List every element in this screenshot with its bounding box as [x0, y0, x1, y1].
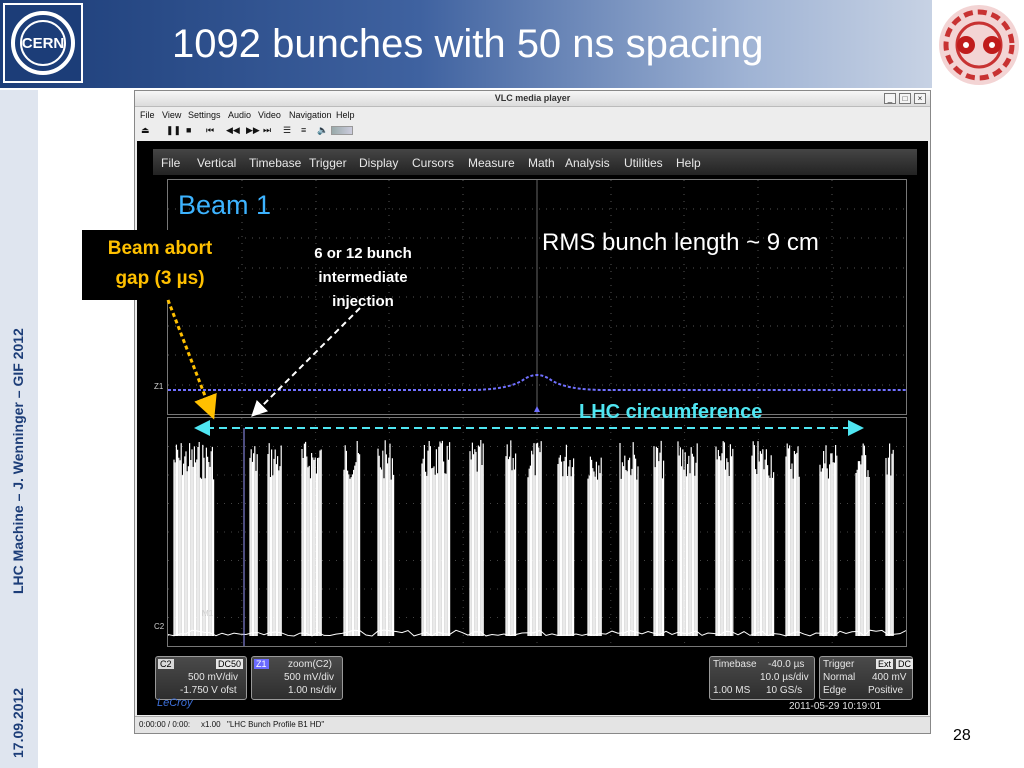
trigger-coupling: DC	[896, 659, 913, 669]
vlc-menu-file[interactable]: File	[140, 110, 155, 120]
status-time: 0:00:00 / 0:00:	[139, 720, 191, 729]
status-file: "LHC Bunch Profile B1 HD"	[227, 720, 325, 729]
z1-scale: 500 mV/div	[284, 672, 335, 683]
vlc-menu-video[interactable]: Video	[258, 110, 281, 120]
scope-menu-timebase[interactable]: Timebase	[249, 156, 301, 170]
c2-offset: -1.750 V ofst	[180, 685, 237, 696]
extended-settings-icon[interactable]: ≡	[301, 125, 306, 135]
status-speed[interactable]: x1.00	[201, 720, 221, 729]
scope-menu-cursors[interactable]: Cursors	[412, 156, 454, 170]
playlist-icon[interactable]: ☰	[283, 125, 291, 136]
scope-menu-file[interactable]: File	[161, 156, 180, 170]
c2-scale: 500 mV/div	[188, 672, 239, 683]
trigger-type: Edge	[823, 685, 847, 696]
c2-name: C2	[158, 659, 174, 669]
trigger-level: 400 mV	[872, 672, 907, 683]
footer-left: LHC Machine – J. Wenninger – GIF 2012	[10, 328, 26, 594]
injection-line3: injection	[332, 293, 394, 310]
trigger-source: Ext	[876, 659, 894, 669]
maximize-button[interactable]: □	[899, 93, 911, 104]
eject-icon[interactable]: ⏏	[141, 125, 150, 136]
trigger-slope: Positive	[868, 685, 904, 696]
timebase-value: -40.0 µs	[768, 659, 805, 670]
injection-line1: 6 or 12 bunch	[314, 245, 412, 262]
vlc-menu-settings[interactable]: Settings	[188, 110, 221, 120]
scope-menu-utilities[interactable]: Utilities	[624, 156, 663, 170]
z1-source: zoom(C2)	[288, 659, 332, 670]
rms-bunch-length-label: RMS bunch length ~ 9 cm	[542, 229, 819, 256]
vlc-menu-view[interactable]: View	[162, 110, 181, 120]
trigger-label: Trigger	[823, 659, 855, 670]
vlc-menu-audio[interactable]: Audio	[228, 110, 251, 120]
c2-trace-graph: C2 M1	[154, 417, 907, 647]
timebase-box[interactable]: Timebase -40.0 µs 10.0 µs/div 1.00 MS 10…	[709, 656, 815, 700]
video-area[interactable]: File Vertical Timebase Trigger Display C…	[137, 141, 928, 715]
z1-name: Z1	[254, 659, 269, 669]
scope-menu-math[interactable]: Math	[528, 156, 555, 170]
trigger-box[interactable]: Trigger Ext DC Normal 400 mV Edge Positi…	[819, 656, 913, 700]
trace-label-z1: Z1	[154, 382, 164, 391]
abort-gap-line1: Beam abort	[107, 238, 213, 259]
fast-forward-icon[interactable]: ▶▶	[246, 125, 260, 136]
slide-title: 1092 bunches with 50 ns spacing	[172, 22, 764, 66]
vlc-menubar: File View Settings Audio Video Navigatio…	[135, 107, 930, 123]
trace-label-c2: C2	[154, 622, 165, 631]
scope-menu-analysis[interactable]: Analysis	[565, 156, 610, 170]
scope-menu-display[interactable]: Display	[359, 156, 398, 170]
c2-coupling: DC50	[216, 659, 244, 669]
timebase-label: Timebase	[713, 659, 757, 670]
marker-label-m1: M1	[202, 609, 214, 618]
scope-menu-measure[interactable]: Measure	[468, 156, 515, 170]
scope-menu-vertical[interactable]: Vertical	[197, 156, 236, 170]
rewind-icon[interactable]: ◀◀	[226, 125, 240, 136]
volume-slider[interactable]	[331, 126, 353, 135]
vlc-controls: ⏏ ❚❚ ■ ⏮ ◀◀ ▶▶ ⏭ ☰ ≡ 🔈	[135, 123, 930, 140]
close-button[interactable]: ×	[914, 93, 926, 104]
scope-datetime: 2011-05-29 10:19:01	[789, 701, 882, 712]
stop-icon[interactable]: ■	[186, 125, 191, 135]
vlc-menu-navigation[interactable]: Navigation	[289, 110, 332, 120]
timebase-rate: 10 GS/s	[766, 685, 803, 696]
lhc-logo	[936, 2, 1022, 88]
z1-timebase: 1.00 ns/div	[288, 685, 337, 696]
timebase-div: 10.0 µs/div	[760, 672, 809, 683]
scope-menu-trigger[interactable]: Trigger	[309, 156, 347, 170]
injection-line2: intermediate	[318, 269, 408, 286]
vlc-menu-help[interactable]: Help	[336, 110, 355, 120]
cern-logo: CERN	[3, 3, 83, 83]
abort-gap-callout: Beam abort gap (3 µs)	[82, 230, 238, 300]
injection-callout: 6 or 12 bunch intermediate injection	[270, 242, 456, 314]
next-icon[interactable]: ⏭	[263, 125, 271, 136]
vlc-statusbar: 0:00:00 / 0:00: x1.00 "LHC Bunch Profile…	[135, 716, 930, 733]
cern-logo-text: CERN	[22, 35, 65, 52]
vlc-window: VLC media player _ □ × File View Setting…	[134, 90, 931, 734]
vlc-titlebar[interactable]: VLC media player _ □ ×	[135, 91, 930, 107]
c2-channel-box[interactable]: C2 DC50 500 mV/div -1.750 V ofst	[155, 656, 247, 700]
pause-icon[interactable]: ❚❚	[166, 125, 181, 136]
trigger-mode: Normal	[823, 672, 856, 683]
vlc-window-title: VLC media player	[494, 93, 571, 103]
scope-menubar: File Vertical Timebase Trigger Display C…	[153, 149, 917, 175]
slide-date: 17.09.2012	[10, 687, 26, 758]
lecroy-brand: LeCroy	[157, 697, 193, 709]
z1-channel-box[interactable]: Z1 zoom(C2) 500 mV/div 1.00 ns/div	[251, 656, 343, 700]
abort-gap-line2: gap (3 µs)	[115, 268, 205, 289]
scope-menu-help[interactable]: Help	[676, 156, 701, 170]
minimize-button[interactable]: _	[884, 93, 896, 104]
previous-icon[interactable]: ⏮	[206, 125, 214, 136]
timebase-points: 1.00 MS	[713, 685, 751, 696]
beam-label: Beam 1	[178, 190, 272, 220]
circumference-label: LHC circumference	[579, 401, 763, 423]
page-number: 28	[953, 727, 971, 744]
volume-icon[interactable]: 🔈	[317, 125, 328, 136]
